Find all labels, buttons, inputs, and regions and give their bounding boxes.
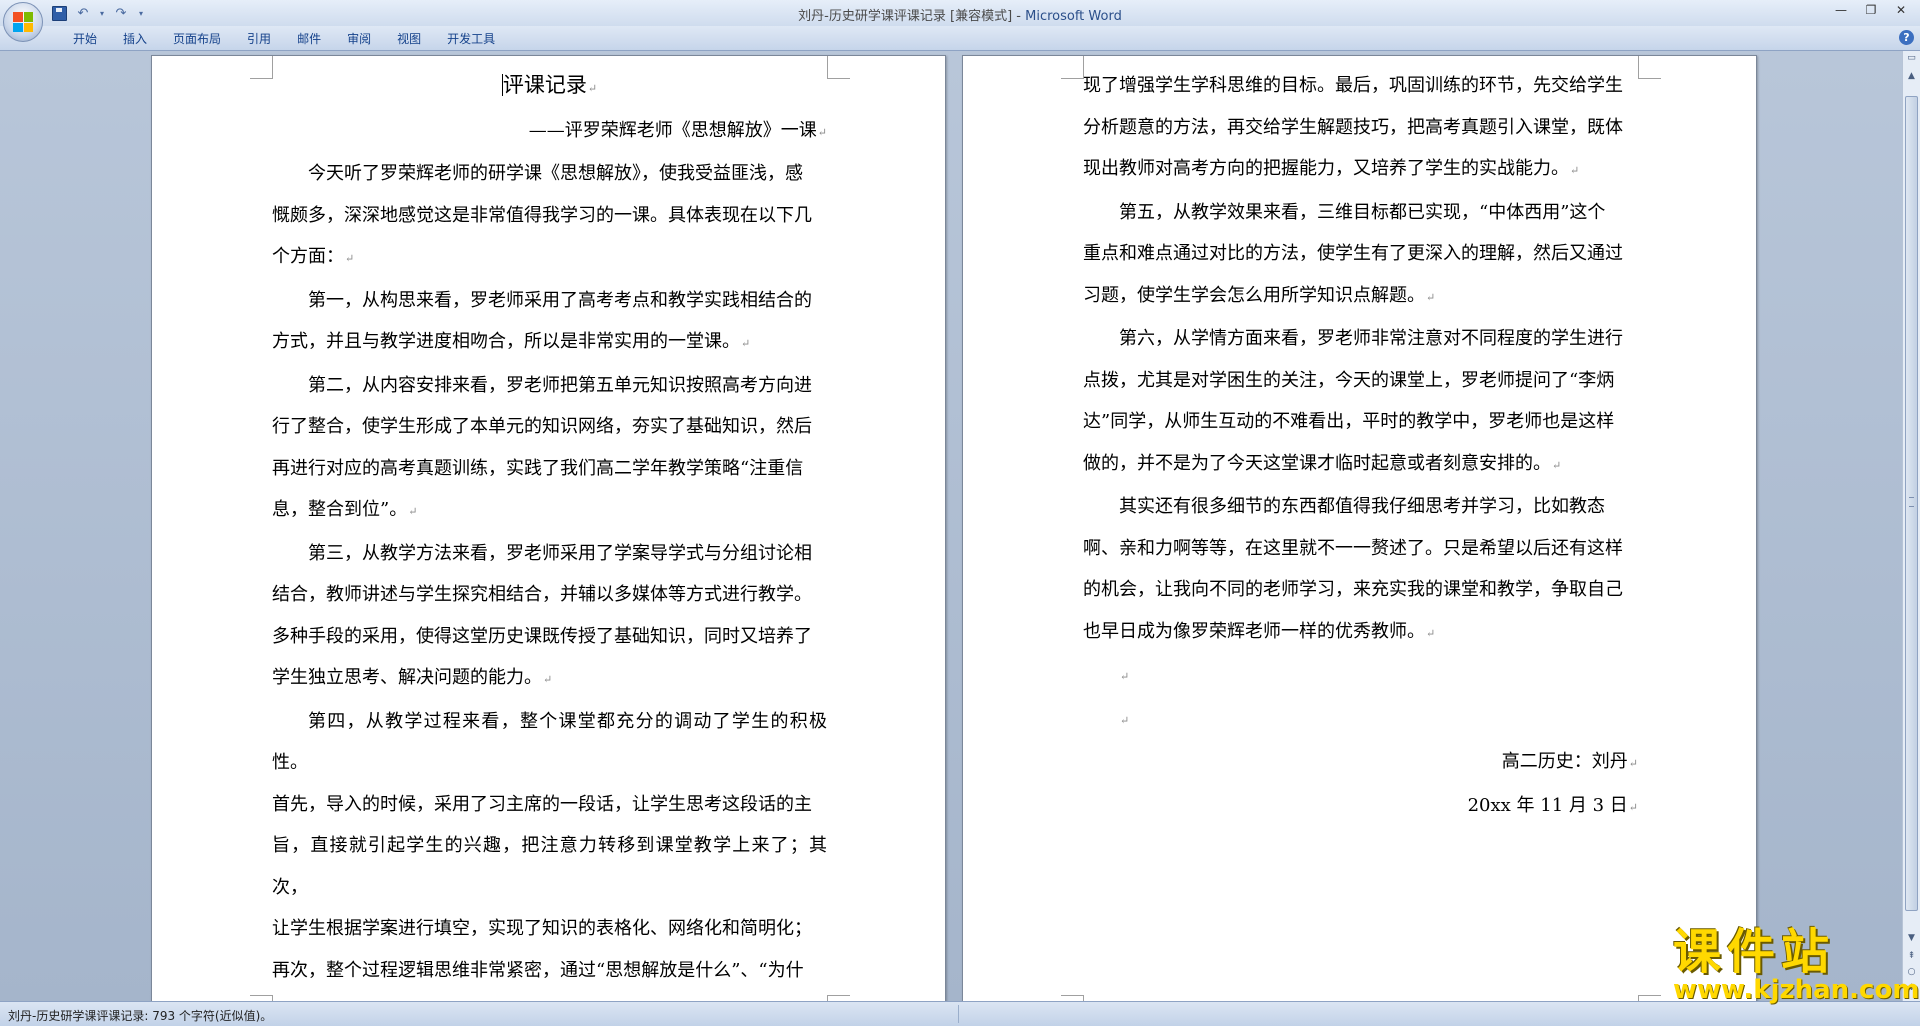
- page-1[interactable]: 评课记录↵ ——评罗荣辉老师《思想解放》一课↵ 今天听了罗荣辉老师的研学课《思想…: [151, 55, 946, 1001]
- text-line[interactable]: 达”同学，从师生互动的不难看出，平时的教学中，罗老师也是这样: [1083, 401, 1638, 443]
- double-up-icon: ⇞: [1907, 951, 1916, 961]
- page-2-body[interactable]: 现了增强学生学科思维的目标。最后，巩固训练的环节，先交给学生 分析题意的方法，再交…: [1083, 65, 1638, 654]
- page-1-body[interactable]: 今天听了罗荣辉老师的研学课《思想解放》，使我受益匪浅，感 慨颇多，深深地感觉这是非…: [272, 153, 827, 1001]
- text-line[interactable]: 重点和难点通过对比的方法，使学生有了更深入的理解，然后又通过: [1083, 233, 1638, 275]
- text-line[interactable]: 现了增强学生学科思维的目标。最后，巩固训练的环节，先交给学生: [1083, 65, 1638, 107]
- text-line[interactable]: 第四，从教学过程来看，整个课堂都充分的调动了学生的积极性。: [272, 701, 827, 784]
- text-line[interactable]: 结合，教师讲述与学生探究相结合，并辅以多媒体等方式进行教学。: [272, 574, 827, 616]
- margin-mark: [1638, 56, 1661, 79]
- office-logo-icon: [13, 12, 33, 32]
- text-line[interactable]: 第三，从教学方法来看，罗老师采用了学案导学式与分组讨论相: [272, 533, 827, 575]
- grip-icon: [1909, 497, 1914, 507]
- help-icon: ?: [1903, 31, 1910, 44]
- text-line[interactable]: 现出教师对高考方向的把握能力，又培养了学生的实战能力。↵: [1083, 148, 1638, 192]
- text-line[interactable]: 息，整合到位”。↵: [272, 489, 827, 533]
- margin-mark: [827, 56, 850, 79]
- arrow-down-icon: ▼: [1908, 933, 1915, 943]
- watermark-url: www.kjzhan.com: [1673, 975, 1920, 1005]
- app-name: Microsoft Word: [1025, 9, 1122, 24]
- text-line[interactable]: 个方面：↵: [272, 236, 827, 280]
- tab-0[interactable]: 开始: [60, 30, 110, 48]
- tab-3[interactable]: 引用: [234, 30, 284, 48]
- text-line[interactable]: 也早日成为像罗荣辉老师一样的优秀教师。↵: [1083, 611, 1638, 655]
- text-line[interactable]: 啊、亲和力啊等等，在这里就不一一赘述了。只是希望以后还有这样: [1083, 528, 1638, 570]
- text-line[interactable]: 再进行对应的高考真题训练，实践了我们高二学年教学策略“注重信: [272, 448, 827, 490]
- minimize-button[interactable]: —: [1826, 0, 1856, 20]
- text-line[interactable]: 的机会，让我向不同的老师学习，来充实我的课堂和教学，争取自己: [1083, 569, 1638, 611]
- margin-mark: [250, 56, 273, 79]
- vertical-scrollbar[interactable]: ▭ ▲ ▼ ⇞ ○ ⇟: [1902, 51, 1920, 1001]
- ruler-toggle-button[interactable]: ▭: [1904, 51, 1919, 66]
- text-line[interactable]: 多种手段的采用，使得这堂历史课既传授了基础知识，同时又培养了: [272, 616, 827, 658]
- empty-paragraph[interactable]: ↵: [1083, 698, 1638, 742]
- ruler-icon: ▭: [1907, 53, 1916, 63]
- tab-1[interactable]: 插入: [110, 30, 160, 48]
- status-text[interactable]: 刘丹-历史研学课评课记录: 793 个字符(近似值)。: [8, 1007, 272, 1024]
- text-line[interactable]: 方式，并且与教学进度相吻合，所以是非常实用的一堂课。↵: [272, 321, 827, 365]
- office-button[interactable]: [3, 2, 43, 42]
- tab-6[interactable]: 视图: [384, 30, 434, 48]
- close-button[interactable]: ✕: [1886, 0, 1916, 20]
- text-line[interactable]: 让学生根据学案进行填空，实现了知识的表格化、网络化和简明化；: [272, 908, 827, 950]
- text-line[interactable]: 首先，导入的时候，采用了习主席的一段话，让学生思考这段话的主: [272, 784, 827, 826]
- date[interactable]: 20xx 年 11 月 3 日↵: [1083, 785, 1638, 829]
- page-1-text[interactable]: 评课记录↵ ——评罗荣辉老师《思想解放》一课↵ 今天听了罗荣辉老师的研学课《思想…: [272, 65, 827, 1001]
- margin-mark: [1061, 56, 1084, 79]
- doc-subtitle[interactable]: ——评罗荣辉老师《思想解放》一课↵: [272, 110, 827, 154]
- empty-paragraph[interactable]: ↵: [1083, 654, 1638, 698]
- status-divider: [958, 1005, 959, 1023]
- text-line[interactable]: 点拨，尤其是对学困生的关注，今天的课堂上，罗老师提问了“李炳: [1083, 360, 1638, 402]
- scroll-up-button[interactable]: ▲: [1904, 69, 1919, 84]
- window-title: 刘丹-历史研学课评课记录 [兼容模式] - Microsoft Word: [798, 9, 1122, 24]
- tab-4[interactable]: 邮件: [284, 30, 334, 48]
- watermark-logo: 课件站 www.kjzhan.com: [1665, 924, 1919, 1005]
- status-bar: 刘丹-历史研学课评课记录: 793 个字符(近似值)。: [0, 1001, 1920, 1026]
- doc-title[interactable]: 评课记录↵: [272, 65, 827, 110]
- text-line[interactable]: 旨，直接就引起学生的兴趣，把注意力转移到课堂教学上来了；其次，: [272, 825, 827, 908]
- text-line[interactable]: 做的，并不是为了今天这堂课才临时起意或者刻意安排的。↵: [1083, 443, 1638, 487]
- tab-5[interactable]: 审阅: [334, 30, 384, 48]
- text-line[interactable]: 再次，整个过程逻辑思维非常紧密，通过“思想解放是什么”、“为什: [272, 950, 827, 992]
- previous-page-button[interactable]: ⇞: [1904, 949, 1919, 964]
- text-line[interactable]: 学生独立思考、解决问题的能力。↵: [272, 657, 827, 701]
- text-line[interactable]: 第一，从构思来看，罗老师采用了高考考点和教学实践相结合的: [272, 280, 827, 322]
- window-controls: — ❐ ✕: [1826, 0, 1916, 20]
- scrollbar-thumb[interactable]: [1905, 96, 1918, 911]
- title-bar: ↶ ▾ ↷ ▾ 刘丹-历史研学课评课记录 [兼容模式] - Microsoft …: [0, 0, 1920, 42]
- scroll-down-button[interactable]: ▼: [1904, 931, 1919, 946]
- document-area[interactable]: 评课记录↵ ——评罗荣辉老师《思想解放》一课↵ 今天听了罗荣辉老师的研学课《思想…: [0, 51, 1902, 1001]
- text-line[interactable]: 第六，从学情方面来看，罗老师非常注意对不同程度的学生进行: [1083, 318, 1638, 360]
- watermark-text: 课件站: [1673, 924, 1836, 980]
- ribbon-tabs: 开始 插入 页面布局 引用 邮件 审阅 视图 开发工具: [60, 30, 508, 48]
- text-line[interactable]: 第五，从教学效果来看，三维目标都已实现，“中体西用”这个: [1083, 192, 1638, 234]
- text-line[interactable]: 分析题意的方法，再交给学生解题技巧，把高考真题引入课堂，既体: [1083, 107, 1638, 149]
- close-icon: ✕: [1895, 3, 1907, 17]
- minimize-icon: —: [1835, 3, 1847, 17]
- tab-2[interactable]: 页面布局: [160, 30, 234, 48]
- text-line[interactable]: 行了整合，使学生形成了本单元的知识网络，夯实了基础知识，然后: [272, 406, 827, 448]
- restore-icon: ❐: [1865, 3, 1877, 17]
- signature[interactable]: 高二历史：刘丹↵: [1083, 741, 1638, 785]
- text-line[interactable]: 今天听了罗荣辉老师的研学课《思想解放》，使我受益匪浅，感: [272, 153, 827, 195]
- page-2-text[interactable]: 现了增强学生学科思维的目标。最后，巩固训练的环节，先交给学生 分析题意的方法，再交…: [1083, 65, 1638, 828]
- page-2[interactable]: 现了增强学生学科思维的目标。最后，巩固训练的环节，先交给学生 分析题意的方法，再交…: [962, 55, 1757, 1001]
- document-name: 刘丹-历史研学课评课记录 [兼容模式]: [798, 9, 1013, 24]
- help-button[interactable]: ?: [1899, 30, 1914, 45]
- text-line[interactable]: 慨颇多，深深地感觉这是非常值得我学习的一课。具体表现在以下几: [272, 195, 827, 237]
- arrow-up-icon: ▲: [1908, 71, 1915, 81]
- ribbon-tab-bar: 开始 插入 页面布局 引用 邮件 审阅 视图 开发工具 ?: [0, 26, 1920, 51]
- text-line[interactable]: 习题，使学生学会怎么用所学知识点解题。↵: [1083, 275, 1638, 319]
- tab-7[interactable]: 开发工具: [434, 30, 508, 48]
- text-line[interactable]: 第二，从内容安排来看，罗老师把第五单元知识按照高考方向进: [272, 365, 827, 407]
- maximize-button[interactable]: ❐: [1856, 0, 1886, 20]
- text-line[interactable]: 么思想解放”、“思想解放达到了怎么样的效果”三个问题来引发学生: [272, 991, 827, 1001]
- text-line[interactable]: 其实还有很多细节的东西都值得我仔细思考并学习，比如教态: [1083, 486, 1638, 528]
